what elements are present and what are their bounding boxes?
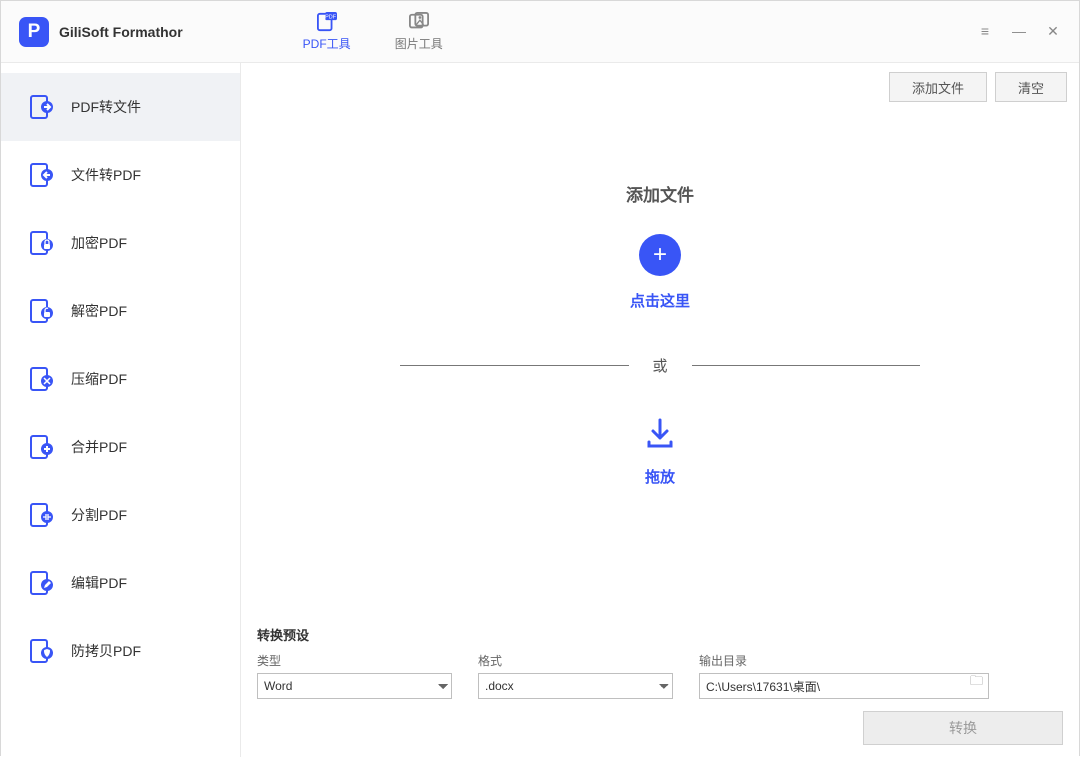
download-icon bbox=[643, 416, 677, 458]
format-label: 格式 bbox=[478, 652, 673, 669]
divider-line bbox=[692, 365, 921, 366]
sidebar-item-file-to-pdf[interactable]: 文件转PDF bbox=[1, 141, 240, 209]
format-group: 格式 .docx bbox=[478, 652, 673, 699]
menu-icon[interactable]: ≡ bbox=[977, 23, 993, 40]
preset-panel: 转换预设 类型 Word 格式 .docx 输出目录 🗀 bbox=[241, 615, 1079, 757]
add-plus-icon[interactable]: + bbox=[639, 234, 681, 276]
main-panel: 添加文件 清空 添加文件 + 点击这里 或 拖放 转换预设 类型 bbox=[241, 63, 1079, 757]
sidebar-item-edit-pdf[interactable]: 编辑PDF bbox=[1, 549, 240, 617]
minimize-icon[interactable]: — bbox=[1011, 23, 1027, 40]
divider-line bbox=[400, 365, 629, 366]
sidebar-item-label: 编辑PDF bbox=[71, 573, 127, 593]
sidebar-item-label: PDF转文件 bbox=[71, 97, 141, 117]
toolbar: 添加文件 清空 bbox=[241, 63, 1079, 111]
output-label: 输出目录 bbox=[699, 652, 989, 669]
tab-image-tools[interactable]: 图片工具 bbox=[395, 1, 443, 62]
preset-title: 转换预设 bbox=[257, 625, 1063, 644]
unlock-icon bbox=[29, 298, 53, 324]
sidebar-item-label: 文件转PDF bbox=[71, 165, 141, 185]
add-file-button[interactable]: 添加文件 bbox=[889, 72, 987, 102]
clear-button[interactable]: 清空 bbox=[995, 72, 1067, 102]
import-icon bbox=[29, 162, 53, 188]
sidebar: PDF转文件 文件转PDF 加密PDF 解密PDF 压缩PDF bbox=[1, 63, 241, 757]
drop-area[interactable]: 添加文件 + 点击这里 或 拖放 bbox=[241, 111, 1079, 615]
sidebar-item-label: 合并PDF bbox=[71, 437, 127, 457]
pdf-icon: PDF bbox=[316, 12, 338, 32]
image-icon bbox=[408, 12, 430, 32]
sidebar-item-anticopy-pdf[interactable]: 防拷贝PDF bbox=[1, 617, 240, 685]
or-divider: 或 bbox=[400, 355, 920, 376]
svg-text:PDF: PDF bbox=[325, 14, 337, 20]
shield-icon bbox=[29, 638, 53, 664]
header: P GiliSoft Formathor PDF PDF工具 图片工具 ≡ — … bbox=[1, 1, 1079, 63]
sidebar-item-label: 解密PDF bbox=[71, 301, 127, 321]
output-path-input[interactable] bbox=[699, 673, 989, 699]
header-tabs: PDF PDF工具 图片工具 bbox=[303, 1, 443, 62]
click-here-label[interactable]: 点击这里 bbox=[630, 290, 690, 311]
sidebar-item-decrypt-pdf[interactable]: 解密PDF bbox=[1, 277, 240, 345]
sidebar-item-compress-pdf[interactable]: 压缩PDF bbox=[1, 345, 240, 413]
sidebar-item-label: 防拷贝PDF bbox=[71, 641, 141, 661]
window-controls: ≡ — ✕ bbox=[977, 23, 1061, 40]
tab-label: 图片工具 bbox=[395, 35, 443, 52]
drop-title: 添加文件 bbox=[626, 181, 694, 206]
or-text: 或 bbox=[653, 355, 668, 376]
format-select[interactable]: .docx bbox=[478, 673, 673, 699]
app-title: GiliSoft Formathor bbox=[59, 24, 183, 40]
app-logo: P bbox=[19, 17, 49, 47]
type-group: 类型 Word bbox=[257, 652, 452, 699]
sidebar-item-label: 压缩PDF bbox=[71, 369, 127, 389]
convert-button[interactable]: 转换 bbox=[863, 711, 1063, 745]
split-icon bbox=[29, 502, 53, 528]
type-select[interactable]: Word bbox=[257, 673, 452, 699]
sidebar-item-label: 分割PDF bbox=[71, 505, 127, 525]
sidebar-item-pdf-to-file[interactable]: PDF转文件 bbox=[1, 73, 240, 141]
tab-label: PDF工具 bbox=[303, 35, 351, 52]
sidebar-item-encrypt-pdf[interactable]: 加密PDF bbox=[1, 209, 240, 277]
compress-icon bbox=[29, 366, 53, 392]
sidebar-item-split-pdf[interactable]: 分割PDF bbox=[1, 481, 240, 549]
edit-icon bbox=[29, 570, 53, 596]
sidebar-item-label: 加密PDF bbox=[71, 233, 127, 253]
drag-label: 拖放 bbox=[645, 466, 675, 487]
output-group: 输出目录 🗀 bbox=[699, 652, 989, 699]
folder-icon[interactable]: 🗀 bbox=[970, 672, 983, 694]
close-icon[interactable]: ✕ bbox=[1045, 23, 1061, 40]
lock-icon bbox=[29, 230, 53, 256]
tab-pdf-tools[interactable]: PDF PDF工具 bbox=[303, 1, 351, 62]
export-icon bbox=[29, 94, 53, 120]
sidebar-item-merge-pdf[interactable]: 合并PDF bbox=[1, 413, 240, 481]
merge-icon bbox=[29, 434, 53, 460]
type-label: 类型 bbox=[257, 652, 452, 669]
